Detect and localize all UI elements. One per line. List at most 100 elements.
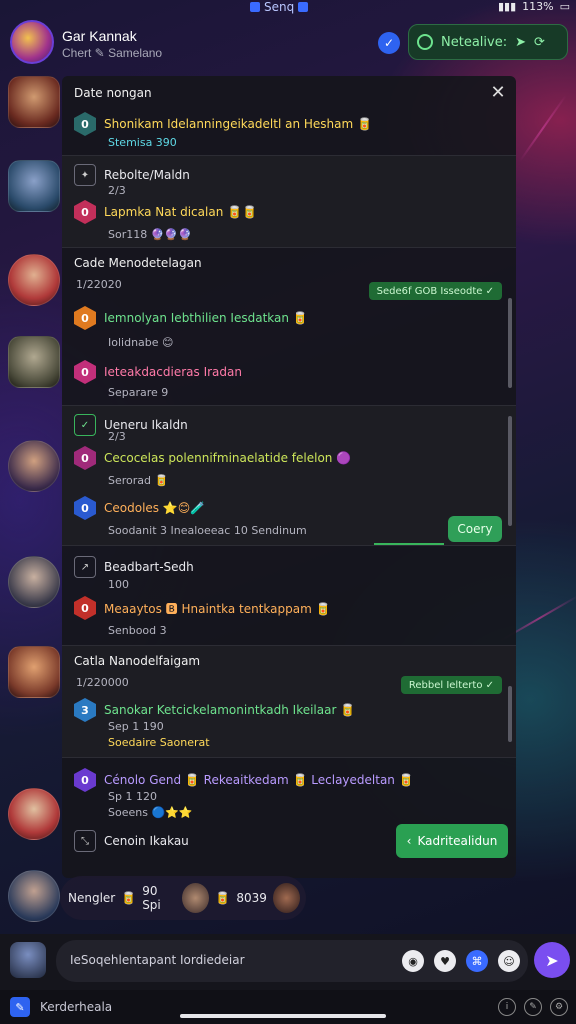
self-avatar[interactable] [10, 942, 46, 978]
reaction-count[interactable]: 8039 [236, 891, 267, 905]
edit-icon[interactable]: ✎ [524, 998, 542, 1016]
status-badge: Rebbel Ielterto ✓ [400, 676, 502, 694]
section-sub: 2/3 [108, 184, 126, 197]
signal-icon: ▮▮▮ [497, 0, 517, 13]
scrollbar[interactable] [508, 298, 512, 388]
message-input[interactable]: IeSoqehlentapant Iordiedeiar ◉ ♥ ⌘ ☺ [56, 940, 528, 982]
expand-icon: ⤡ [74, 830, 96, 852]
message-row[interactable]: 0 Lapmka Nat dicalan 🥫🥫 [74, 200, 257, 224]
channel-avatar[interactable] [10, 20, 54, 64]
reaction-emoji[interactable]: 🥫 [121, 891, 136, 905]
copy-button[interactable]: Coery [448, 516, 502, 542]
chevron-left-icon: ‹ [406, 834, 412, 848]
avatar[interactable] [8, 440, 60, 492]
avatar[interactable] [8, 556, 60, 608]
message-row[interactable]: 0 Iemnolyan Iebthilien Iesdatkan 🥫 [74, 306, 308, 330]
message-group: ↗ Beadbart-Sedh 100 0 Meaaytos 🅱 Hnaintk… [62, 546, 516, 646]
section-header: ↗ Beadbart-Sedh [74, 556, 194, 578]
app-icon[interactable]: ✎ [10, 997, 30, 1017]
reaction-emoji[interactable]: 🥫 [215, 891, 230, 905]
send-button[interactable]: ➤ [534, 942, 570, 978]
scrollbar[interactable] [508, 416, 512, 526]
game-icon[interactable]: ⌘ [466, 950, 488, 972]
message-meta: Stemisa 390 [108, 136, 177, 149]
message-meta: Sor118 🔮🔮🔮 [108, 228, 192, 241]
footer-label: Cenoin Ikakau [104, 834, 189, 848]
message-group: Cade Menodetelagan 1/22020 Sede6f GOB Is… [62, 248, 516, 406]
message-row[interactable]: 0 Ieteakdacdieras Iradan [74, 360, 242, 384]
message-text: Sanokar Ketcickelamonintkadh Ikeilaar 🥫 [104, 703, 356, 717]
section-title: Date nongan [74, 86, 152, 100]
section-header: ✦ Rebolte/Maldn [74, 164, 190, 186]
message-row[interactable]: 3 Sanokar Ketcickelamonintkadh Ikeilaar … [74, 698, 355, 722]
primary-action-button[interactable]: ‹ Kadritealidun [396, 824, 508, 858]
badge-icon: 0 [74, 446, 96, 470]
message-row[interactable]: 0 Shonikam Idelanningeikadeltl an Hesham… [74, 112, 372, 136]
status-center-text: Senq [264, 0, 295, 14]
avatar[interactable] [8, 788, 60, 840]
badge-icon: 0 [74, 306, 96, 330]
avatar[interactable] [8, 160, 60, 212]
message-group: 0 Cénolo Gend 🥫 Rekeaitkedam 🥫 Leclayede… [62, 758, 516, 878]
section-title: Catla Nanodelfaigam [74, 654, 201, 668]
avatar[interactable] [182, 883, 210, 913]
message-text: Iemnolyan Iebthilien Iesdatkan 🥫 [104, 311, 308, 325]
bookmark-icon: ↗ [74, 556, 96, 578]
section-sub: 1/22020 [76, 278, 122, 291]
message-row[interactable]: 0 Cénolo Gend 🥫 Rekeaitkedam 🥫 Leclayede… [74, 768, 414, 792]
bookmark-icon: ✦ [74, 164, 96, 186]
badge-icon: 0 [74, 200, 96, 224]
nav-label: Kerderheala [40, 1000, 113, 1014]
primary-action-label: Kadritealidun [417, 834, 498, 848]
channel-title[interactable]: Gar Kannak [62, 28, 137, 44]
app-status-icon [250, 2, 260, 12]
section-title: Rebolte/Maldn [104, 168, 190, 182]
scrollbar[interactable] [508, 686, 512, 742]
message-row[interactable]: 0 Ceodoles ⭐😊🧪 [74, 496, 205, 520]
message-composer: IeSoqehlentapant Iordiedeiar ◉ ♥ ⌘ ☺ ➤ [0, 934, 576, 990]
message-meta: Sp 1 120 [108, 790, 157, 803]
section-title: Beadbart-Sedh [104, 560, 194, 574]
verified-icon[interactable]: ✓ [378, 32, 400, 54]
message-group: ✦ Rebolte/Maldn 2/3 0 Lapmka Nat dicalan… [62, 156, 516, 248]
emoji-icon[interactable]: ☺ [498, 950, 520, 972]
avatar[interactable] [8, 336, 60, 388]
home-indicator[interactable] [180, 1014, 386, 1018]
sticker-icon[interactable]: ♥ [434, 950, 456, 972]
arrow-icon: ➤ [515, 34, 526, 50]
reaction-count[interactable]: 90 Spi [142, 884, 176, 912]
message-meta: Soedaire Saonerat [108, 736, 210, 749]
footer-row[interactable]: ⤡ Cenoin Ikakau [74, 830, 189, 852]
status-bar: Senq ▮▮▮ 113% ▭ [0, 0, 576, 16]
close-icon[interactable]: ✕ [488, 84, 508, 104]
message-row[interactable]: 0 Cecocelas polennifminaelatide felelon … [74, 446, 351, 470]
avatar[interactable] [272, 883, 300, 913]
message-row[interactable]: 0 Meaaytos 🅱 Hnaintka tentkappam 🥫 [74, 596, 331, 620]
message-panel: Date nongan ✕ 0 Shonikam Idelanningeikad… [62, 76, 516, 878]
avatar[interactable] [8, 646, 60, 698]
badge-icon: 0 [74, 768, 96, 792]
status-badge: Sede6f GOB Isseodte ✓ [368, 282, 502, 300]
avatar[interactable] [8, 76, 60, 128]
message-group: Catla Nanodelfaigam 1/220000 Rebbel Ielt… [62, 646, 516, 758]
section-sub: 100 [108, 578, 129, 591]
message-text: Cénolo Gend 🥫 Rekeaitkedam 🥫 Leclayedelt… [104, 773, 414, 787]
section-sub: 1/220000 [76, 676, 129, 689]
message-group: ✓ Ueneru Ikaldn 2/3 0 Cecocelas polennif… [62, 406, 516, 546]
status-center: Senq [250, 0, 309, 14]
message-text: Meaaytos 🅱 Hnaintka tentkappam 🥫 [104, 601, 331, 616]
avatar[interactable] [8, 870, 60, 922]
camera-icon[interactable]: ◉ [402, 950, 424, 972]
message-meta: Serorad 🥫 [108, 474, 169, 487]
section-header: ✓ Ueneru Ikaldn [74, 414, 188, 436]
settings-icon[interactable]: ⚙ [550, 998, 568, 1016]
avatar[interactable] [8, 254, 60, 306]
live-status-button[interactable]: Netealive: ➤ ⟳ [408, 24, 568, 60]
info-icon[interactable]: i [498, 998, 516, 1016]
progress-line [374, 543, 444, 545]
message-text: Ceodoles ⭐😊🧪 [104, 501, 206, 515]
refresh-icon: ⟳ [534, 34, 545, 50]
badge-icon: 0 [74, 496, 96, 520]
system-navbar: ✎ Kerderheala i ✎ ⚙ [0, 990, 576, 1024]
message-meta: Senbood 3 [108, 624, 167, 637]
